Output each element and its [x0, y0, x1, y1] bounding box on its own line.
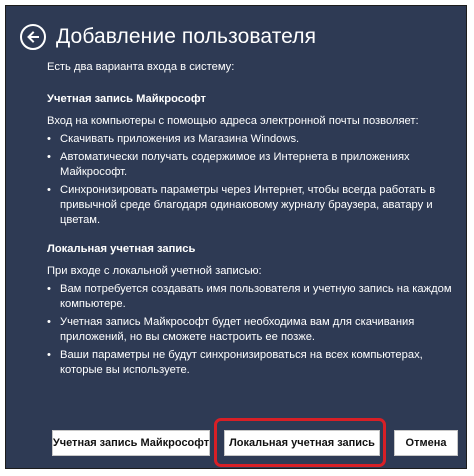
section-title-local: Локальная учетная запись: [47, 243, 196, 255]
local-notes-list: Вам потребуется создавать имя пользовате…: [47, 282, 457, 378]
section-intro-microsoft: Вход на компьютеры с помощью адреса элек…: [47, 115, 419, 127]
section-title-microsoft: Учетная запись Майкрософт: [47, 93, 206, 105]
header: Добавление пользователя: [20, 20, 316, 54]
list-item: Автоматически получать содержимое из Инт…: [47, 150, 457, 180]
list-item: Вам потребуется создавать имя пользовате…: [47, 282, 457, 312]
section-intro-local: При входе с локальной учетной записью:: [47, 265, 262, 277]
microsoft-benefits-list: Скачивать приложения из Магазина Windows…: [47, 132, 457, 228]
local-account-section: Локальная учетная запись При входе с лок…: [47, 242, 457, 378]
local-account-button[interactable]: Локальная учетная запись: [224, 430, 380, 456]
content: Есть два варианта входа в систему: Учетн…: [47, 60, 457, 381]
page-title: Добавление пользователя: [56, 25, 317, 48]
back-button[interactable]: [20, 24, 46, 50]
add-user-dialog: Добавление пользователя Есть два вариант…: [5, 5, 467, 469]
list-item: Синхронизировать параметры через Интерне…: [47, 183, 457, 228]
microsoft-account-section: Учетная запись Майкрософт Вход на компью…: [47, 92, 457, 228]
list-item: Ваши параметры не будут синхронизировать…: [47, 348, 457, 378]
microsoft-account-button[interactable]: Учетная запись Майкрософт: [52, 430, 210, 456]
intro-text: Есть два варианта входа в систему:: [47, 61, 235, 73]
list-item: Учетная запись Майкрософт будет необходи…: [47, 315, 457, 345]
list-item: Скачивать приложения из Магазина Windows…: [47, 132, 457, 147]
cancel-button[interactable]: Отмена: [394, 430, 458, 456]
arrow-left-icon: [27, 31, 39, 43]
